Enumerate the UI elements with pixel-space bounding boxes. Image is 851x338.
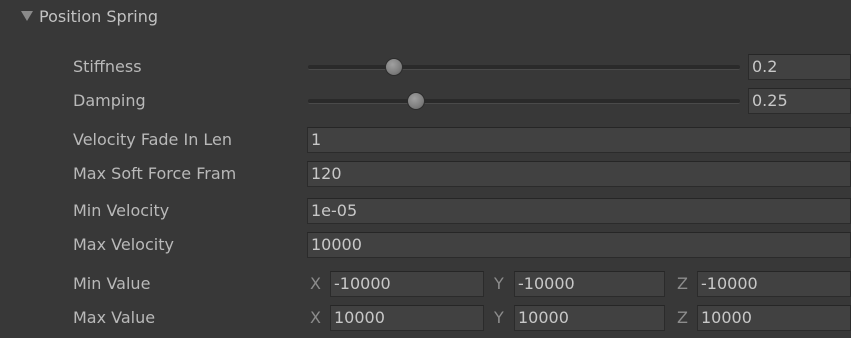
- velocity-fade-label: Velocity Fade In Len: [73, 130, 233, 149]
- max-value-z-label: Z: [677, 308, 688, 327]
- max-value-y-field[interactable]: 10000: [514, 305, 665, 331]
- min-value-label: Min Value: [73, 274, 151, 293]
- min-velocity-field[interactable]: 1e-05: [307, 198, 851, 224]
- max-value-label: Max Value: [73, 308, 156, 327]
- min-velocity-row: Min Velocity 1e-05: [0, 194, 851, 228]
- min-value-y-field[interactable]: -10000: [514, 271, 665, 297]
- max-value-x-field[interactable]: 10000: [330, 305, 484, 331]
- stiffness-slider-track[interactable]: [308, 65, 740, 70]
- min-value-x-field[interactable]: -10000: [330, 271, 484, 297]
- min-value-z-label: Z: [677, 274, 688, 293]
- velocity-fade-field[interactable]: 1: [307, 127, 851, 153]
- min-value-y-label: Y: [494, 274, 504, 293]
- damping-row: Damping 0.25: [0, 84, 851, 118]
- min-value-z-field[interactable]: -10000: [697, 271, 851, 297]
- foldout-triangle-icon[interactable]: [21, 11, 33, 21]
- max-velocity-row: Max Velocity 10000: [0, 228, 851, 262]
- stiffness-label: Stiffness: [73, 57, 142, 76]
- damping-label: Damping: [73, 91, 146, 110]
- max-soft-force-label: Max Soft Force Fram: [73, 164, 237, 183]
- inspector-panel: Position Spring Stiffness 0.2 Damping 0.…: [0, 0, 851, 338]
- min-value-row: Min Value X -10000 Y -10000 Z -10000: [0, 267, 851, 301]
- foldout-label: Position Spring: [39, 6, 159, 26]
- min-velocity-label: Min Velocity: [73, 201, 170, 220]
- damping-field[interactable]: 0.25: [748, 88, 851, 114]
- max-soft-force-field[interactable]: 120: [307, 161, 851, 187]
- position-spring-foldout[interactable]: Position Spring: [0, 0, 851, 32]
- stiffness-row: Stiffness 0.2: [0, 50, 851, 84]
- damping-slider-thumb[interactable]: [407, 92, 425, 110]
- damping-slider-track[interactable]: [308, 99, 740, 104]
- stiffness-slider-thumb[interactable]: [385, 58, 404, 76]
- max-soft-force-row: Max Soft Force Fram 120: [0, 157, 851, 191]
- stiffness-field[interactable]: 0.2: [748, 54, 851, 80]
- max-value-x-label: X: [310, 308, 321, 327]
- max-value-z-field[interactable]: 10000: [697, 305, 851, 331]
- max-velocity-label: Max Velocity: [73, 235, 174, 254]
- max-value-y-label: Y: [494, 308, 504, 327]
- velocity-fade-row: Velocity Fade In Len 1: [0, 123, 851, 157]
- min-value-x-label: X: [310, 274, 321, 293]
- max-value-row: Max Value X 10000 Y 10000 Z 10000: [0, 301, 851, 335]
- max-velocity-field[interactable]: 10000: [307, 232, 851, 258]
